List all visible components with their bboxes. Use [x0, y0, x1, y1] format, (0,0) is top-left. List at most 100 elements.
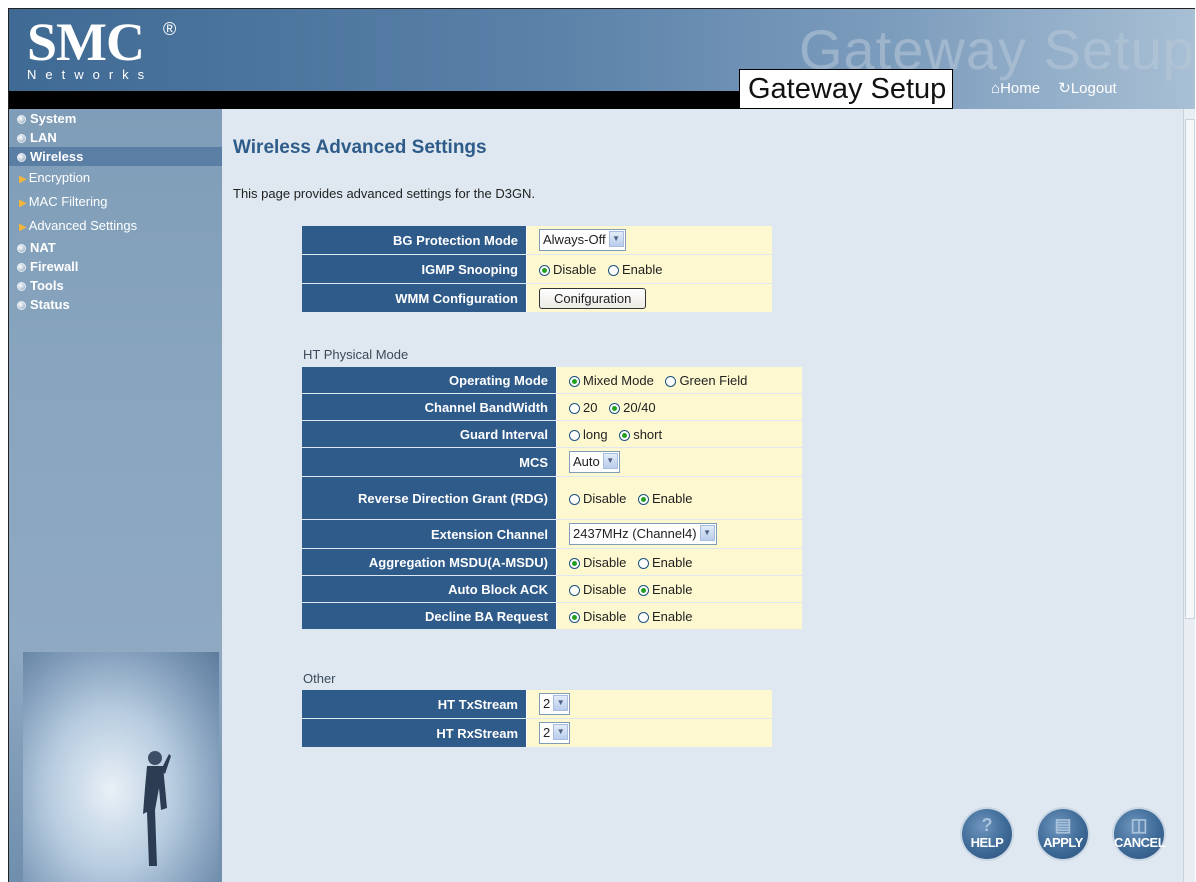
- radio-label: Disable: [583, 490, 627, 506]
- rdg-label: Reverse Direction Grant (RDG): [302, 477, 557, 519]
- sidebar-subitem-advanced-settings[interactable]: ▶ Advanced Settings: [9, 214, 222, 238]
- help-button[interactable]: ? HELP: [962, 809, 1012, 859]
- rdg-enable-radio[interactable]: Enable: [637, 490, 693, 506]
- bandwidth-20-radio[interactable]: 20: [569, 400, 597, 415]
- select-value: 2: [543, 725, 551, 740]
- sidebar-item-label: Status: [30, 297, 70, 312]
- other-settings-table: HT TxStream 2 ▼ HT RxStream 2 ▼: [302, 689, 772, 748]
- table-row: Extension Channel 2437MHz (Channel4) ▼: [302, 520, 802, 548]
- other-section-label: Other: [303, 671, 336, 686]
- igmp-enable-radio[interactable]: Enable: [607, 262, 662, 277]
- registered-mark: ®: [163, 19, 177, 39]
- rx-stream-select[interactable]: 2 ▼: [539, 722, 571, 744]
- browser-frame: SMC ® Networks Gateway Setup Gateway Set…: [8, 8, 1195, 882]
- header: SMC ® Networks Gateway Setup Gateway Set…: [9, 9, 1195, 111]
- bullet-icon: [17, 282, 26, 291]
- rdg-disable-radio[interactable]: Disable: [569, 491, 626, 506]
- igmp-disable-radio[interactable]: Disable: [539, 262, 596, 277]
- wmm-configuration-button[interactable]: Conifguration: [539, 287, 647, 309]
- table-row: Aggregation MSDU(A-MSDU) Disable Enable: [302, 549, 802, 575]
- bg-protection-label: BG Protection Mode: [302, 226, 527, 254]
- extension-channel-select[interactable]: 2437MHz (Channel4) ▼: [569, 523, 717, 545]
- bullet-icon: [17, 153, 26, 162]
- cancel-button[interactable]: ◫ CANCEL: [1114, 809, 1166, 859]
- radio-icon: [569, 375, 580, 387]
- radio-label: Enable: [651, 490, 693, 506]
- sidebar-subitem-mac-filtering[interactable]: ▶ MAC Filtering: [9, 190, 222, 214]
- decline-ba-disable-radio[interactable]: Disable: [569, 609, 626, 624]
- logout-link[interactable]: ↻Logout: [1058, 80, 1116, 97]
- sidebar: System LAN Wireless ▶ Encryption ▶ MAC Fil…: [9, 109, 222, 882]
- guard-interval-label: Guard Interval: [302, 421, 557, 447]
- person-figure-icon: [143, 751, 171, 866]
- main-content: Wireless Advanced Settings This page pro…: [222, 109, 1182, 882]
- radio-label: Disable: [583, 581, 627, 597]
- logout-icon: ↻: [1058, 80, 1071, 97]
- radio-label: Mixed Mode: [583, 372, 654, 388]
- logo-text: SMC: [27, 12, 145, 72]
- sidebar-item-firewall[interactable]: Firewall: [9, 257, 222, 276]
- smc-logo: SMC ® Networks: [27, 12, 176, 82]
- scrollbar-thumb[interactable]: [1185, 119, 1195, 619]
- select-value: Always-Off: [543, 232, 606, 247]
- rdg-cell: Disable Enable: [557, 477, 802, 519]
- sidebar-item-system[interactable]: System: [9, 109, 222, 128]
- decline-ba-cell: Disable Enable: [557, 603, 802, 629]
- sidebar-item-tools[interactable]: Tools: [9, 276, 222, 295]
- guard-long-radio[interactable]: long: [569, 427, 608, 442]
- green-field-radio[interactable]: Green Field: [665, 373, 747, 388]
- home-icon: ⌂: [991, 80, 1001, 97]
- radio-icon: [569, 557, 580, 569]
- auto-block-ack-disable-radio[interactable]: Disable: [569, 582, 626, 597]
- table-row: BG Protection Mode Always-Off ▼: [302, 226, 772, 254]
- radio-icon: [665, 375, 677, 387]
- radio-icon: [569, 429, 580, 441]
- decline-ba-enable-radio[interactable]: Enable: [637, 608, 693, 624]
- guard-short-radio[interactable]: short: [619, 427, 662, 442]
- chevron-down-icon: ▼: [699, 525, 715, 541]
- sidebar-subitem-encryption[interactable]: ▶ Encryption: [9, 166, 222, 190]
- chevron-down-icon: ▼: [553, 695, 569, 711]
- radio-icon: [609, 402, 621, 414]
- radio-icon: [569, 493, 580, 505]
- triangle-right-icon: ▶: [19, 222, 27, 233]
- mcs-select[interactable]: Auto ▼: [569, 451, 620, 473]
- bullet-icon: [17, 263, 26, 272]
- table-row: Guard Interval long short: [302, 421, 802, 447]
- apply-button-label: APPLY: [1043, 835, 1083, 850]
- apply-button[interactable]: ▤ APPLY: [1038, 809, 1088, 859]
- radio-label: Disable: [583, 554, 627, 570]
- amsdu-enable-radio[interactable]: Enable: [637, 555, 692, 570]
- home-link[interactable]: ⌂Home: [991, 80, 1040, 97]
- sidebar-item-label: System: [30, 111, 77, 126]
- sidebar-item-label: Firewall: [30, 259, 79, 274]
- radio-label: Enable: [651, 581, 693, 597]
- tx-stream-cell: 2 ▼: [527, 690, 772, 718]
- chevron-down-icon: ▼: [553, 724, 569, 740]
- auto-block-ack-label: Auto Block ACK: [302, 576, 557, 602]
- sidebar-item-label: Tools: [30, 278, 64, 293]
- guard-interval-cell: long short: [557, 421, 802, 447]
- igmp-cell: Disable Enable: [527, 255, 772, 283]
- sidebar-item-status[interactable]: Status: [9, 295, 222, 314]
- sidebar-item-lan[interactable]: LAN: [9, 128, 222, 147]
- tx-stream-select[interactable]: 2 ▼: [539, 693, 571, 715]
- vertical-scrollbar[interactable]: [1183, 109, 1195, 882]
- sidebar-item-nat[interactable]: NAT: [9, 238, 222, 257]
- bandwidth-20-40-radio[interactable]: 20/40: [609, 400, 656, 415]
- triangle-right-icon: ▶: [19, 198, 27, 209]
- trash-icon: ◫: [1130, 815, 1148, 835]
- wmm-cell: Conifguration: [527, 284, 772, 312]
- sidebar-item-label: Wireless: [30, 149, 84, 164]
- auto-block-ack-enable-radio[interactable]: Enable: [637, 581, 693, 597]
- radio-label: Enable: [651, 608, 693, 624]
- mixed-mode-radio[interactable]: Mixed Mode: [569, 373, 654, 388]
- help-button-label: HELP: [970, 835, 1004, 850]
- amsdu-disable-radio[interactable]: Disable: [569, 555, 626, 570]
- ht-settings-table: Operating Mode Mixed Mode Green Field Ch…: [302, 366, 802, 630]
- operating-mode-label: Operating Mode: [302, 367, 557, 393]
- bg-protection-select[interactable]: Always-Off ▼: [539, 229, 626, 251]
- sidebar-item-wireless[interactable]: Wireless: [9, 147, 222, 166]
- table-row: Reverse Direction Grant (RDG) Disable En…: [302, 477, 802, 519]
- header-black-bar: [9, 91, 739, 111]
